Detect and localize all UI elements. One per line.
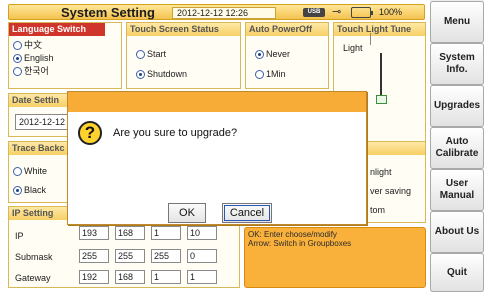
submask-octet-1[interactable]: 255 [79,249,109,263]
poweroff-option-1min[interactable]: 1Min [255,69,286,79]
dialog-title-bar [68,92,366,112]
trace-background-panel: Trace Backc White Black [8,141,68,203]
language-switch-panel: Language Switch 中文 English 한국어 [8,22,122,89]
trace-option-black[interactable]: Black [13,185,46,195]
about-us-button[interactable]: About Us [430,211,484,253]
radio-icon [13,167,22,176]
language-switch-title: Language Switch [9,23,105,36]
upgrades-button[interactable]: Upgrades [430,85,484,127]
battery-icon [351,7,373,18]
ip-label: IP [15,231,24,241]
radio-checked-icon [136,70,145,79]
radio-icon [13,41,22,50]
radio-checked-icon [13,186,22,195]
submask-octet-3[interactable]: 255 [151,249,181,263]
light-option-3[interactable]: tom [370,205,385,215]
dialog-message: Are you sure to upgrade? [113,127,238,139]
gateway-octet-2[interactable]: 168 [115,270,145,284]
question-icon: ? [78,121,102,145]
radio-icon [136,50,145,59]
ip-octet-1[interactable]: 193 [79,226,109,240]
upgrade-confirm-dialog: ? Are you sure to upgrade? OK Cancel [67,91,367,225]
auto-poweroff-title: Auto PowerOff [246,23,328,36]
battery-text: 100% [379,7,403,17]
ip-octet-3[interactable]: 1 [151,226,181,240]
usb-icon: USB [303,8,325,17]
radio-icon [13,67,22,76]
help-line-2: Arrow: Switch in Groupboxes [248,239,352,248]
language-option-english[interactable]: English [13,53,54,63]
date-input[interactable]: 2012-12-12 [15,114,69,130]
menu-button[interactable]: Menu [430,1,484,43]
language-option-korean[interactable]: 한국어 [13,66,49,76]
light-option-1[interactable]: nlight [370,167,392,177]
light-option-2[interactable]: ver saving [370,186,411,196]
light-slider-track[interactable] [380,53,382,97]
gateway-octet-1[interactable]: 192 [79,270,109,284]
ip-octet-4[interactable]: 10 [187,226,217,240]
cancel-button[interactable]: Cancel [222,203,272,223]
light-label: Light [343,43,363,53]
submask-octet-2[interactable]: 255 [115,249,145,263]
user-manual-button[interactable]: User Manual [430,169,484,211]
touch-light-tune-title: Touch Light Tune [334,23,425,36]
gateway-label: Gateway [15,273,51,283]
radio-icon [255,70,264,79]
trace-option-white[interactable]: White [13,166,47,176]
submask-label: Submask [15,252,53,262]
ip-octet-2[interactable]: 168 [115,226,145,240]
help-line-1: OK: Enter choose/modify [248,230,337,239]
sidebar: Menu System Info. Upgrades Auto Calibrat… [430,0,484,292]
system-info-button[interactable]: System Info. [430,43,484,85]
quit-button[interactable]: Quit [430,253,484,292]
trace-background-title: Trace Backc [9,142,67,155]
plug-icon: ⊸ [332,6,342,18]
page-title: System Setting [61,5,155,20]
auto-calibrate-button[interactable]: Auto Calibrate [430,127,484,169]
title-bar: System Setting 2012-12-12 12:26 USB ⊸ 10… [8,4,425,20]
touch-screen-status-title: Touch Screen Status [127,23,240,36]
touch-screen-status-panel: Touch Screen Status Start Shutdown [126,22,241,89]
language-option-chinese[interactable]: 中文 [13,40,42,50]
radio-checked-icon [13,54,22,63]
auto-poweroff-panel: Auto PowerOff Never 1Min [245,22,329,89]
gateway-octet-4[interactable]: 1 [187,270,217,284]
touch-option-start[interactable]: Start [136,49,166,59]
radio-checked-icon [255,50,264,59]
date-setting-panel: Date Settin 2012-12-12 [8,93,69,137]
slider-tick [370,33,371,45]
touch-option-shutdown[interactable]: Shutdown [136,69,187,79]
help-info-panel: OK: Enter choose/modify Arrow: Switch in… [244,227,426,288]
datetime-display: 2012-12-12 12:26 [172,7,276,19]
light-slider-thumb[interactable] [376,95,387,104]
system-setting-screen: System Setting 2012-12-12 12:26 USB ⊸ 10… [0,0,484,292]
submask-octet-4[interactable]: 0 [187,249,217,263]
poweroff-option-never[interactable]: Never [255,49,290,59]
ok-button[interactable]: OK [168,203,206,223]
date-setting-title: Date Settin [9,94,67,107]
gateway-octet-3[interactable]: 1 [151,270,181,284]
